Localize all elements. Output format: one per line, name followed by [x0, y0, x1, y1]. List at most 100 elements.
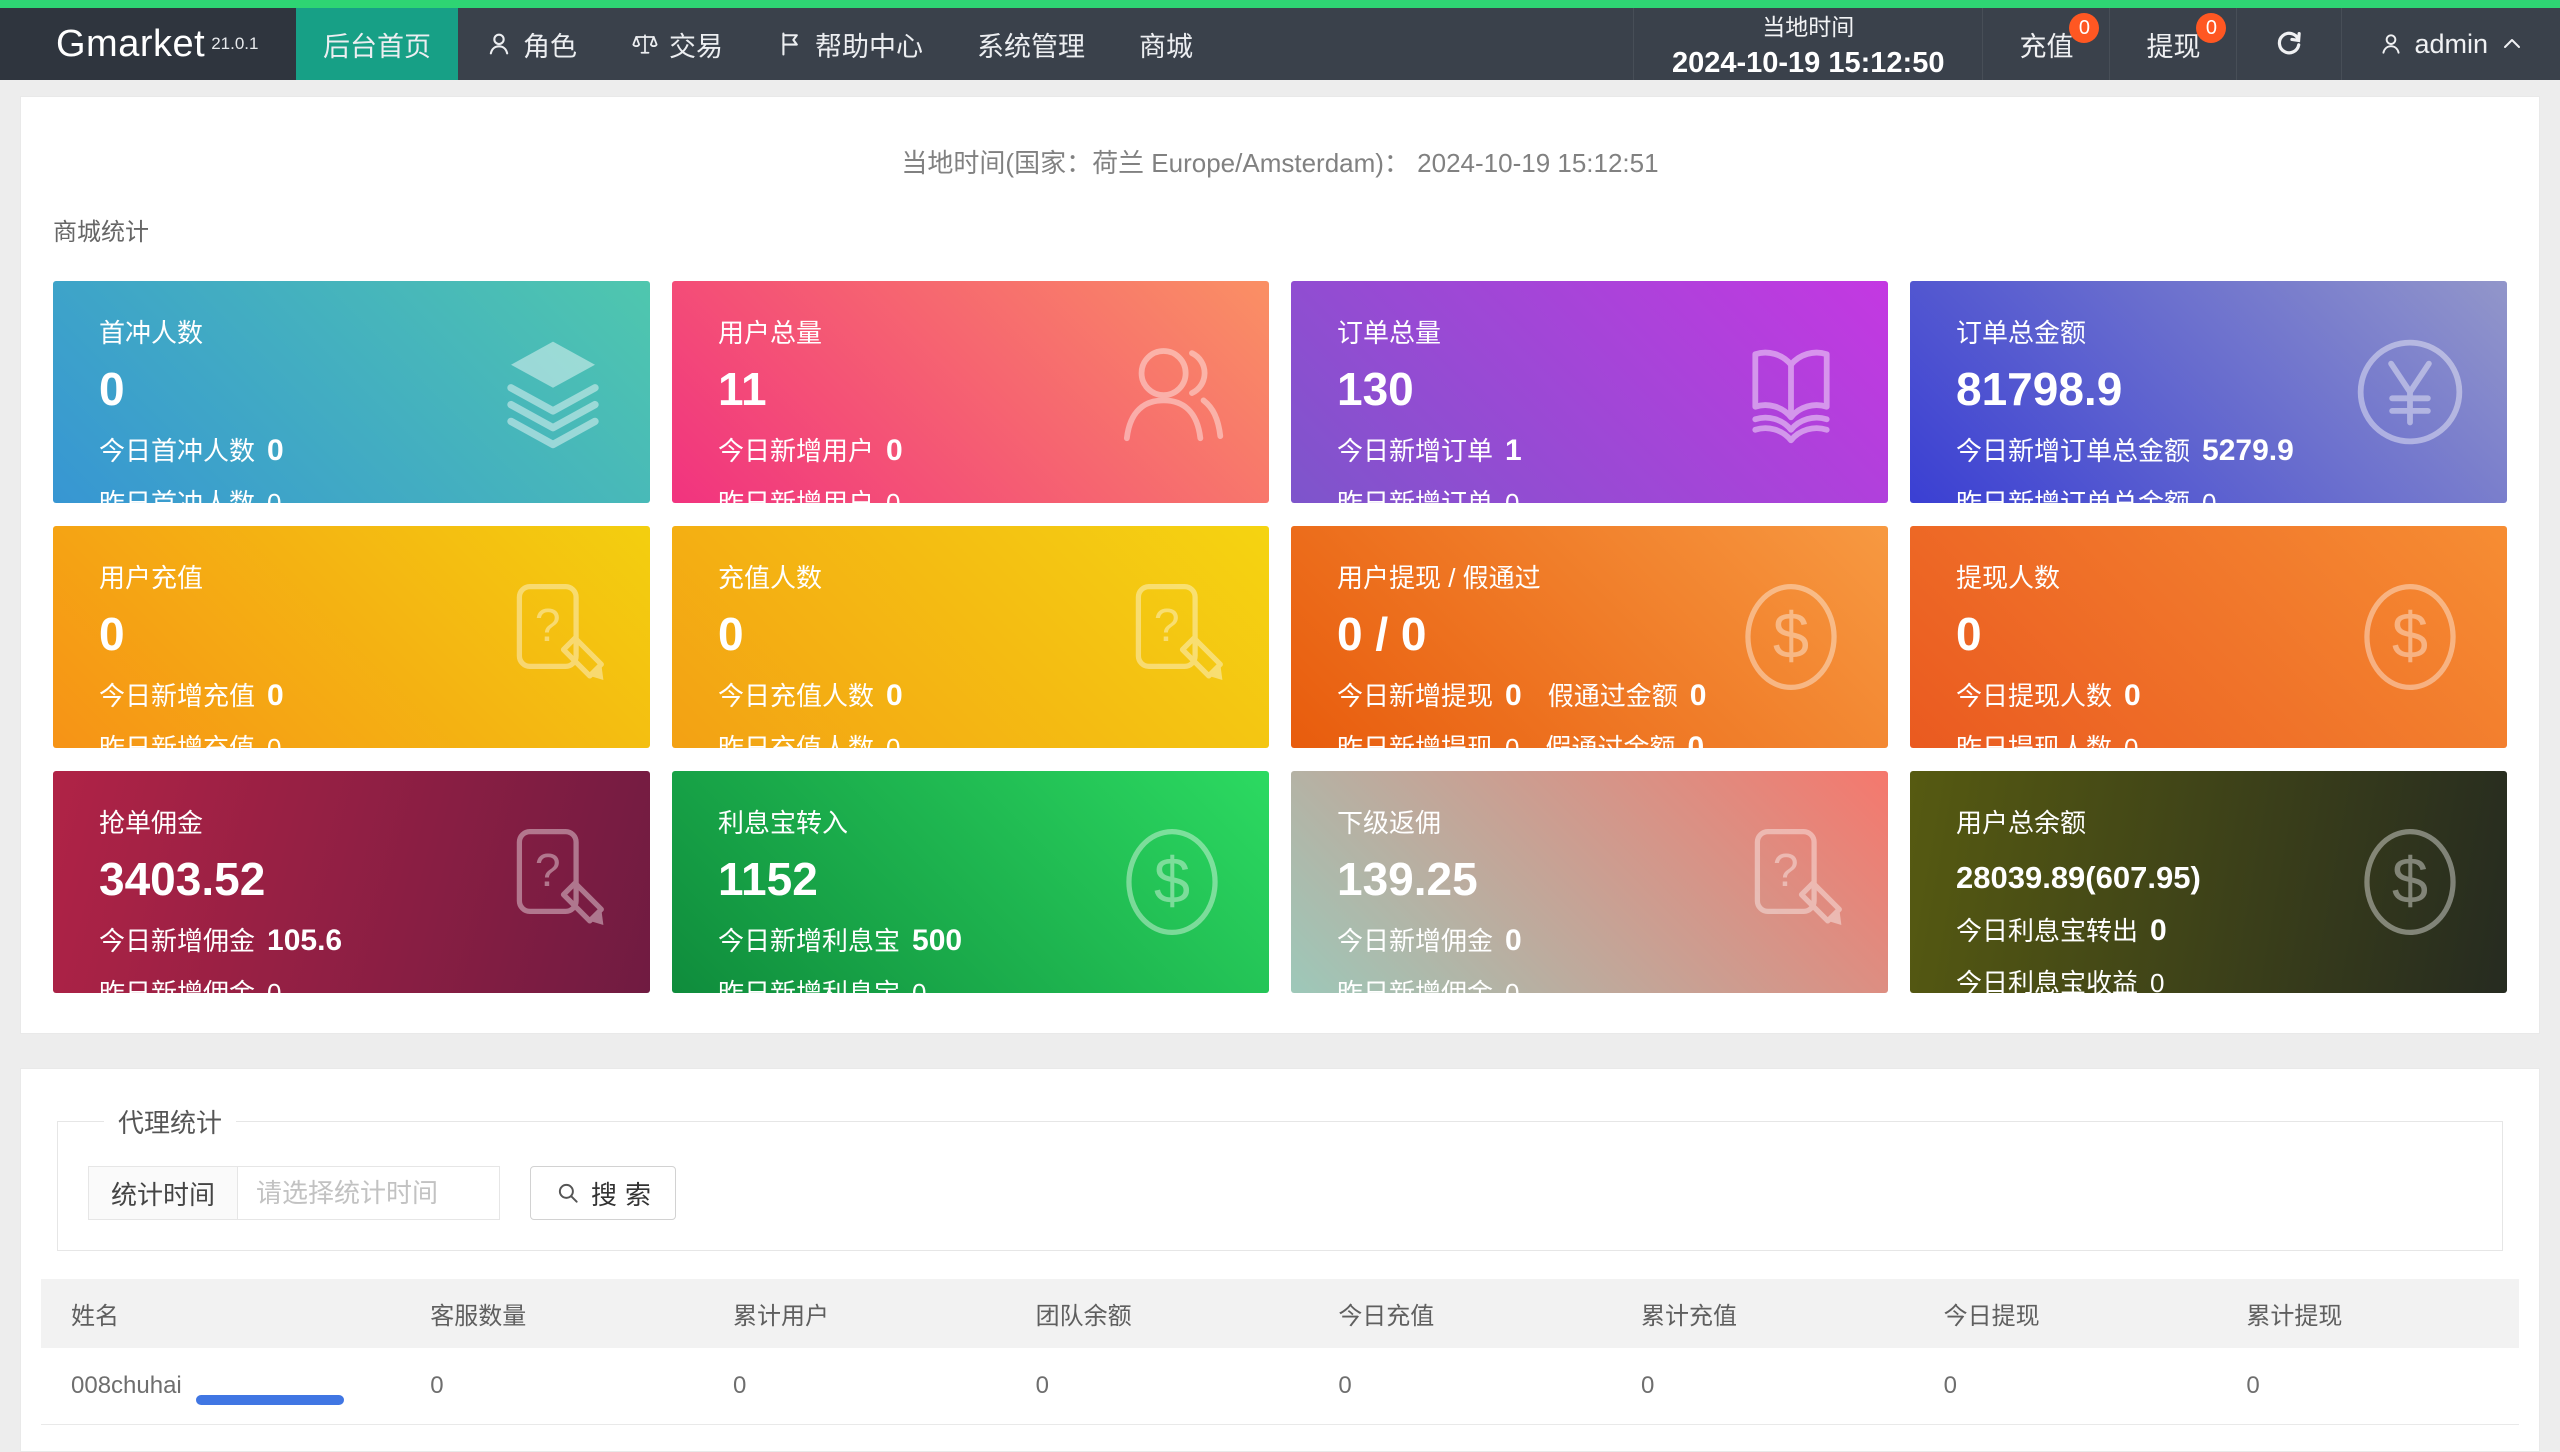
admin-menu[interactable]: admin	[2341, 8, 2560, 80]
stat-subline-segment: 今日新增订单总金额 5279.9	[1956, 431, 2294, 468]
nav-item-trade[interactable]: 交易	[604, 8, 750, 80]
stat-subline-segment: 今日提现人数 0	[1956, 676, 2141, 713]
stat-card-subline: 昨日首冲人数 0	[99, 483, 480, 503]
nav-item-label: 角色	[523, 31, 577, 62]
stat-subline-segment: 昨日新增利息宝 0	[718, 973, 926, 993]
horizontal-scrollbar-thumb[interactable]	[196, 1395, 344, 1405]
recharge-button[interactable]: 充值 0	[1982, 8, 2109, 80]
stat-subline-label: 昨日新增用户	[718, 488, 875, 503]
stat-subline-value: 0	[267, 978, 282, 993]
stat-card-title: 用户充值	[99, 563, 204, 593]
stat-card-value: 28039.89(607.95)	[1956, 860, 2201, 895]
section-title-shop-stats: 商城统计	[53, 219, 149, 246]
nav-item-mall[interactable]: 商城	[1112, 8, 1220, 80]
stat-card-value: 11	[718, 363, 767, 415]
stat-subline-label: 假通过金额	[1545, 733, 1676, 748]
agent-table-cell: 0	[2216, 1348, 2519, 1425]
nav-item-system[interactable]: 系统管理	[950, 8, 1112, 80]
svg-text:$: $	[1154, 844, 1190, 917]
stat-subline-segment: 昨日新增提现 0	[1337, 728, 1519, 748]
agent-filter-row: 统计时间 搜索	[88, 1166, 2472, 1220]
agent-table-cell: 0	[400, 1348, 703, 1425]
stat-card-user-recharge: 用户充值 0 今日新增充值 0 昨日新增充值 0?	[53, 526, 650, 748]
stat-subline-value: 0	[1687, 731, 1705, 748]
search-icon	[555, 1180, 581, 1206]
withdraw-badge: 0	[2196, 13, 2227, 43]
agent-table-cell: 008chuhai	[41, 1348, 401, 1425]
stat-card-subline: 今日新增佣金 105.6	[99, 921, 480, 958]
nav-item-roles[interactable]: 角色	[458, 8, 604, 80]
stat-subline-segment: 昨日新增订单总金额 0	[1956, 483, 2216, 503]
stat-subline-label: 今日充值人数	[718, 681, 875, 711]
stat-subline-label: 昨日提现人数	[1956, 733, 2113, 748]
app-logo: Gmarket 21.0.1	[0, 8, 296, 80]
top-accent-line	[0, 0, 2560, 8]
stat-subline-segment: 昨日新增订单 0	[1337, 483, 1519, 503]
stat-card-title: 用户提现 / 假通过	[1337, 563, 1541, 593]
stat-card-subline: 今日利息宝收益 0	[1956, 963, 2337, 993]
agent-table-cell: 0	[702, 1348, 1006, 1425]
refresh-icon	[2273, 28, 2305, 60]
stat-subline-segment: 假通过金额 0	[1548, 676, 1707, 713]
stat-card-subline: 今日新增订单 1	[1337, 431, 1718, 468]
stat-subline-label: 今日新增订单	[1337, 436, 1494, 466]
agent-table-header-cell: 今日提现	[1913, 1279, 2217, 1348]
agent-table-header-cell: 姓名	[41, 1279, 401, 1348]
stat-card-value: 1152	[718, 853, 818, 905]
stat-subline-value: 0	[2124, 679, 2141, 712]
stat-card-title: 用户总余额	[1956, 808, 2087, 838]
nav-item-label: 系统管理	[977, 31, 1085, 62]
refresh-button[interactable]	[2236, 8, 2341, 80]
stat-card-subline: 今日新增用户 0	[718, 431, 1099, 468]
stat-subline-value: 0	[886, 733, 901, 748]
stat-subline-value: 0	[2202, 488, 2217, 503]
stat-card-title: 订单总量	[1337, 318, 1442, 348]
stat-subline-segment: 昨日新增佣金 0	[1337, 973, 1519, 993]
stat-card-subline: 今日新增订单总金额 5279.9	[1956, 431, 2337, 468]
stat-subline-segment: 昨日新增用户 0	[718, 483, 900, 503]
stat-subline-value: 0	[1505, 488, 1520, 503]
stat-subline-label: 今日利息宝转出	[1956, 916, 2139, 946]
svg-text:?: ?	[535, 599, 561, 651]
withdraw-button[interactable]: 提现 0	[2109, 8, 2236, 80]
stat-subline-value: 0	[912, 978, 927, 993]
navbar-right: 当地时间 2024-10-19 15:12:50 充值 0 提现 0 admin	[1632, 8, 2560, 80]
stat-card-subline: 昨日新增提现 0 假通过金额 0	[1337, 728, 1718, 748]
admin-username: admin	[2414, 28, 2488, 59]
stat-subline-value: 500	[912, 924, 963, 957]
stat-subline-label: 今日首冲人数	[99, 436, 256, 466]
stat-card-value: 0	[1956, 608, 1982, 660]
stat-subline-label: 昨日新增利息宝	[718, 978, 901, 993]
stat-subline-label: 昨日新增提现	[1337, 733, 1494, 748]
stat-card-subline: 昨日新增佣金 0	[99, 973, 480, 993]
nav-item-home[interactable]: 后台首页	[296, 8, 458, 80]
dollar-coin-icon: $	[1728, 574, 1854, 700]
local-time-label: 当地时间	[1762, 14, 1855, 40]
stat-subline-label: 今日利息宝收益	[1956, 968, 2139, 993]
stat-card-sub-rebate: 下级返佣 139.25 今日新增佣金 0 昨日新增佣金 0?	[1291, 771, 1888, 993]
stat-subline-value: 105.6	[267, 924, 343, 957]
local-time-block: 当地时间 2024-10-19 15:12:50	[1632, 8, 1982, 80]
search-button[interactable]: 搜索	[530, 1166, 677, 1220]
stat-cards-grid: 首冲人数 0 今日首冲人数 0 昨日首冲人数 0 用户总量 11 今日新增用户 0 昨日新增用户 0 订…	[53, 281, 2507, 993]
doc-question-icon: ?	[1109, 574, 1235, 700]
nav-menu: 后台首页 角色 交易 帮助中心 系统管理 商城	[296, 8, 1220, 80]
nav-item-help[interactable]: 帮助中心	[750, 8, 950, 80]
nav-item-label: 后台首页	[323, 31, 431, 62]
stat-time-input[interactable]	[238, 1166, 501, 1220]
stat-card-subline: 今日新增佣金 0	[1337, 921, 1718, 958]
stat-card-title: 充值人数	[718, 563, 823, 593]
app-version: 21.0.1	[211, 34, 259, 53]
stat-card-subline: 今日首冲人数 0	[99, 431, 480, 468]
dollar-coin-icon: $	[2347, 819, 2473, 945]
nav-item-label: 交易	[669, 31, 723, 62]
stat-subline-segment: 昨日新增佣金 0	[99, 973, 281, 993]
stat-subline-segment: 昨日新增充值 0	[99, 728, 281, 748]
stat-subline-value: 0	[267, 733, 282, 748]
agent-table-header-cell: 团队余额	[1005, 1279, 1309, 1348]
doc-question-icon: ?	[1728, 819, 1854, 945]
stat-card-title: 用户总量	[718, 318, 823, 348]
stat-card-value: 3403.52	[99, 853, 266, 905]
user-icon	[485, 30, 513, 58]
stat-subline-label: 今日新增提现	[1337, 681, 1494, 711]
